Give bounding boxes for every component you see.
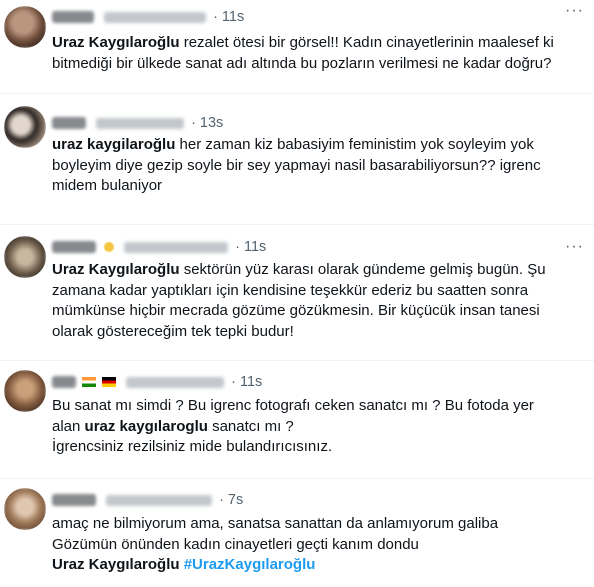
user-handle[interactable] — [106, 494, 213, 506]
avatar[interactable] — [4, 6, 46, 48]
tweet-header: · 13s — [52, 114, 223, 132]
tweet-text: Uraz Kaygılaroğlu sektörün yüz karası ol… — [52, 261, 546, 340]
timestamp[interactable]: · 13s — [191, 115, 223, 131]
avatar[interactable] — [4, 236, 46, 278]
timestamp[interactable]: · 7s — [219, 492, 243, 508]
user-handle[interactable] — [124, 241, 229, 253]
divider — [0, 93, 594, 94]
tweet-text: uraz kaygilaroğlu her zaman kiz babasiyi… — [52, 136, 541, 194]
user-handle[interactable] — [104, 11, 207, 23]
timestamp[interactable]: · 11s — [235, 239, 266, 255]
tweet-text: Uraz Kaygılaroğlu rezalet ötesi bir görs… — [52, 34, 554, 72]
tweet-header: · 11s — [52, 8, 244, 26]
tweet-header: · 11s — [52, 238, 266, 256]
timestamp[interactable]: · 11s — [213, 9, 244, 25]
user-handle[interactable] — [126, 376, 225, 388]
display-name[interactable] — [52, 11, 94, 24]
avatar[interactable] — [4, 106, 46, 148]
avatar[interactable] — [4, 488, 46, 530]
user-handle[interactable] — [96, 117, 185, 129]
mention-link[interactable]: Uraz Kaygılaroğlu — [52, 34, 180, 51]
tweet-3[interactable]: · 11s ··· Uraz Kaygılaroğlu sektörün yüz… — [0, 230, 594, 360]
mention-link[interactable]: uraz kaygilaroğlu — [52, 136, 175, 153]
tweet-header: · 11s — [52, 373, 262, 391]
emoji-icon — [104, 242, 115, 253]
display-name[interactable] — [52, 241, 96, 254]
mention-link[interactable]: uraz kaygılaroglu — [85, 418, 208, 435]
tweet-header: · 7s — [52, 491, 243, 509]
more-options-icon[interactable]: ··· — [565, 2, 584, 20]
tweet-text: Bu sanat mı simdi ? Bu igrenc fotografı … — [52, 397, 534, 455]
tweet-1[interactable]: · 11s ··· Uraz Kaygılaroğlu rezalet ötes… — [0, 0, 594, 92]
avatar[interactable] — [4, 370, 46, 412]
flag-germany-icon — [102, 377, 117, 388]
hashtag-link[interactable]: #UrazKaygılaroğlu — [184, 556, 316, 573]
display-name[interactable] — [52, 117, 86, 130]
tweet-2[interactable]: · 13s uraz kaygilaroğlu her zaman kiz ba… — [0, 100, 594, 220]
divider — [0, 478, 594, 479]
tweet-5[interactable]: · 7s amaç ne bilmiyorum ama, sanatsa san… — [0, 484, 594, 587]
divider — [0, 224, 594, 225]
display-name[interactable] — [52, 376, 76, 389]
divider — [0, 360, 594, 361]
timestamp[interactable]: · 11s — [231, 374, 262, 390]
mention-link[interactable]: Uraz Kaygılaroğlu — [52, 261, 180, 278]
flag-india-icon — [82, 377, 97, 388]
more-options-icon[interactable]: ··· — [565, 238, 584, 256]
display-name[interactable] — [52, 494, 96, 507]
tweet-text: amaç ne bilmiyorum ama, sanatsa sanattan… — [52, 515, 499, 573]
tweet-4[interactable]: · 11s Bu sanat mı simdi ? Bu igrenc foto… — [0, 366, 594, 476]
mention-link[interactable]: Uraz Kaygılaroğlu — [52, 556, 180, 573]
